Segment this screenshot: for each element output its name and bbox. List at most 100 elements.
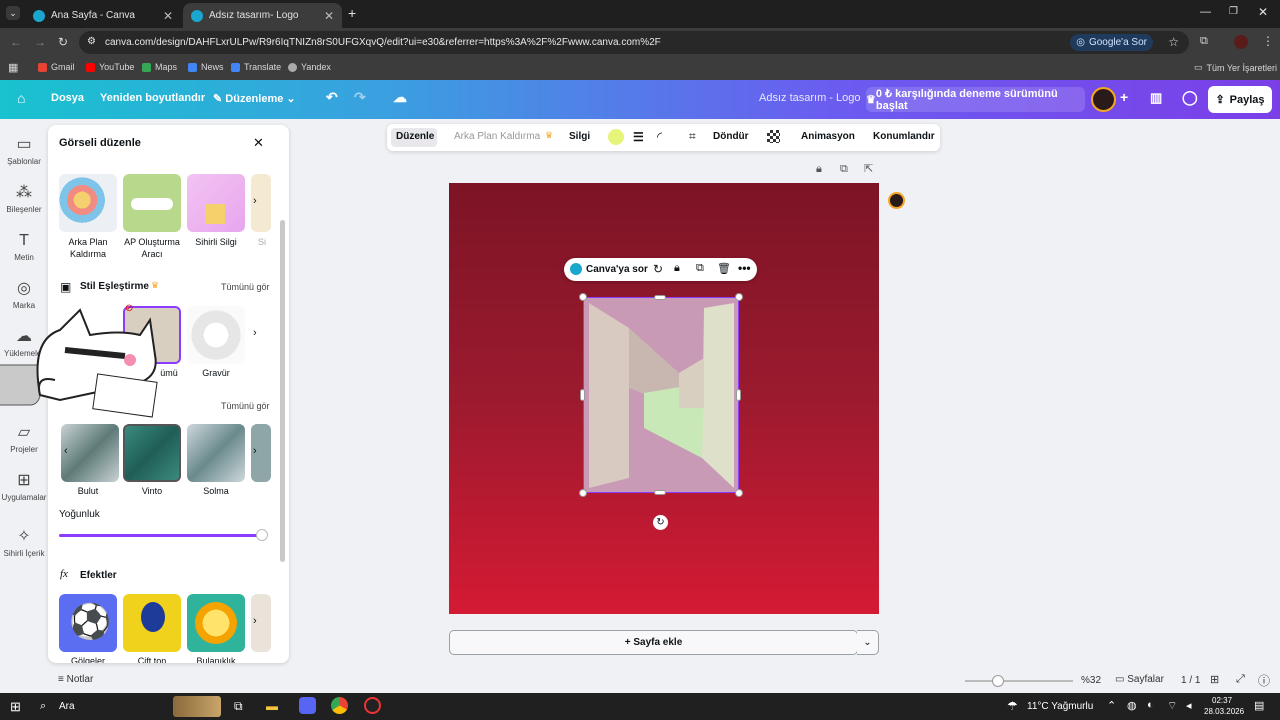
taskbar-search[interactable]: Ara [59, 701, 75, 712]
app-icon[interactable] [364, 697, 381, 714]
back-icon[interactable]: ← [10, 35, 22, 49]
engraving-thumb[interactable] [187, 306, 245, 364]
tab-design[interactable]: Adsız tasarım- Logo ✕ [183, 3, 342, 28]
task-view-icon[interactable]: ⧉ [234, 699, 243, 714]
tray-chevron-icon[interactable]: ⌃ [1107, 699, 1116, 712]
intensity-slider-handle[interactable] [256, 529, 268, 541]
chevron-right-icon[interactable]: › [253, 327, 257, 339]
windows-start-icon[interactable]: ⊞ [10, 699, 21, 715]
bg-remove-button[interactable]: Arka Plan Kaldırma [454, 131, 540, 142]
bookmark-news[interactable]: News [188, 62, 224, 72]
magic-eraser-thumb[interactable] [187, 174, 245, 232]
selection-box[interactable] [583, 297, 739, 493]
home-icon[interactable]: ⌂ [17, 90, 25, 106]
filter-cloud-thumb[interactable] [61, 424, 119, 482]
color-swatch[interactable] [608, 129, 624, 145]
edit-mode-menu[interactable]: ✎ Düzenleme ⌄ [213, 92, 296, 105]
weather-text[interactable]: 11°C Yağmurlu [1027, 701, 1093, 712]
trash-icon[interactable]: 🗑︎ [717, 262, 731, 275]
chevron-right-icon[interactable]: › [253, 195, 257, 207]
bookmark-translate[interactable]: Translate [231, 62, 281, 72]
undo-icon[interactable]: ↶ [326, 89, 338, 106]
add-page-dropdown-icon[interactable]: ⌄ [857, 630, 879, 655]
tray-app-icon[interactable]: ◍ [1127, 699, 1137, 712]
close-tab-icon[interactable]: ✕ [163, 9, 173, 23]
bookmark-yandex[interactable]: Yandex [288, 62, 331, 72]
wifi-icon[interactable]: ⌔ [1167, 699, 1177, 713]
border-style-icon[interactable]: ☰ [633, 130, 644, 144]
rail-item-magic[interactable]: ✧ Sihirli İçerik [0, 527, 48, 558]
filter-vinto-thumb[interactable] [123, 424, 181, 482]
duotone-thumb[interactable] [123, 594, 181, 652]
trial-button[interactable]: ♛ 0 ₺ karşılığında deneme sürümünü başla… [866, 87, 1085, 112]
cloud-save-icon[interactable]: ☁ [393, 89, 407, 106]
rail-item-text[interactable]: T Metin [0, 231, 48, 262]
resize-handle[interactable] [579, 293, 587, 301]
chrome-icon[interactable] [331, 697, 348, 714]
close-window-icon[interactable]: ✕ [1258, 5, 1268, 19]
clock-date[interactable]: 28.03.2026 [1204, 707, 1244, 716]
chevron-left-icon[interactable]: ‹ [64, 445, 68, 457]
chevron-right-icon[interactable]: › [253, 615, 257, 627]
corner-rounding-icon[interactable]: ◜ [657, 129, 662, 145]
url-input[interactable]: ⚙ canva.com/design/DAHFLxrULPw/R9r6IqTNI… [79, 31, 1189, 54]
extensions-icon[interactable]: ⧉ [1200, 35, 1208, 48]
user-avatar[interactable] [1091, 87, 1116, 112]
all-bookmarks[interactable]: ▭ Tüm Yer İşaretleri [1194, 62, 1277, 73]
bg-remover-thumb[interactable] [59, 174, 117, 232]
filter-fade-thumb[interactable] [187, 424, 245, 482]
more-icon[interactable]: ••• [738, 261, 751, 275]
crop-icon[interactable]: ⌗ [689, 129, 696, 144]
taskbar-widget-image[interactable] [173, 696, 221, 717]
ask-canva-button[interactable]: Canva'ya sor [586, 264, 648, 275]
profile-avatar[interactable] [1234, 35, 1248, 49]
tab-home[interactable]: Ana Sayfa - Canva ✕ [25, 3, 181, 28]
reload-icon[interactable]: ↻ [58, 35, 68, 49]
lock-icon[interactable]: 🔒︎ [674, 262, 680, 275]
add-page-icon[interactable]: ⇱ [864, 162, 873, 175]
bg-generator-thumb[interactable] [123, 174, 181, 232]
intensity-slider-track[interactable] [59, 529, 268, 541]
resize-menu[interactable]: Yeniden boyutlandır [100, 92, 205, 104]
bookmark-maps[interactable]: Maps [142, 62, 177, 72]
bookmark-star-icon[interactable]: ☆ [1168, 35, 1179, 49]
comment-icon[interactable]: ◯ [1182, 89, 1198, 106]
bookmark-gmail[interactable]: Gmail [38, 62, 75, 72]
tab-search-icon[interactable]: ⌄ [6, 6, 20, 20]
chevron-right-icon[interactable]: › [253, 445, 257, 457]
filter-see-all-link[interactable]: Tümünü gör [221, 401, 270, 411]
close-tab-icon[interactable]: ✕ [324, 9, 334, 23]
rail-item-templates[interactable]: ▭ Şablonlar [0, 135, 48, 166]
panel-scrollbar[interactable] [280, 220, 285, 562]
clock-time[interactable]: 02:37 [1212, 696, 1232, 705]
add-page-button[interactable]: + Sayfa ekle [449, 630, 858, 655]
volume-icon[interactable]: ◂ [1186, 699, 1192, 712]
rail-item-projects[interactable]: ▱ Projeler [0, 423, 48, 454]
lock-icon[interactable]: 🔒︎ [816, 163, 822, 176]
file-menu[interactable]: Dosya [51, 92, 84, 104]
animation-button[interactable]: Animasyon [801, 131, 855, 142]
notification-icon[interactable]: ▤ [1254, 699, 1264, 712]
insights-icon[interactable]: ▥ [1150, 90, 1162, 106]
discord-icon[interactable] [299, 697, 316, 714]
resize-handle[interactable] [736, 389, 741, 401]
grid-view-icon[interactable]: ⊞ [1210, 673, 1219, 686]
design-title[interactable]: Adsız tasarım - Logo [759, 92, 861, 104]
rail-item-apps[interactable]: ⊞ Uygulamalar [0, 471, 48, 502]
resize-handle[interactable] [580, 389, 585, 401]
rotate-handle-icon[interactable]: ↻ [653, 515, 668, 530]
rail-item-elements[interactable]: ⁂ Bileşenler [0, 183, 48, 214]
restore-icon[interactable]: ❐ [1229, 6, 1238, 17]
zoom-slider[interactable] [965, 675, 1073, 687]
new-tab-icon[interactable]: + [348, 5, 356, 21]
site-info-icon[interactable]: ⚙ [87, 36, 96, 47]
forward-icon[interactable]: → [34, 35, 46, 49]
add-collaborator-icon[interactable]: + [1120, 89, 1128, 105]
share-button[interactable]: ⇪ Paylaş [1208, 86, 1272, 113]
help-icon[interactable]: ⓘ [1258, 672, 1270, 689]
pages-button[interactable]: ▭ Sayfalar [1115, 674, 1164, 685]
file-explorer-icon[interactable]: ▬ [266, 699, 278, 713]
notes-button[interactable]: ≡ Notlar [58, 674, 93, 685]
redo-icon[interactable]: ↷ [354, 89, 366, 106]
minimize-icon[interactable]: — [1200, 6, 1211, 18]
